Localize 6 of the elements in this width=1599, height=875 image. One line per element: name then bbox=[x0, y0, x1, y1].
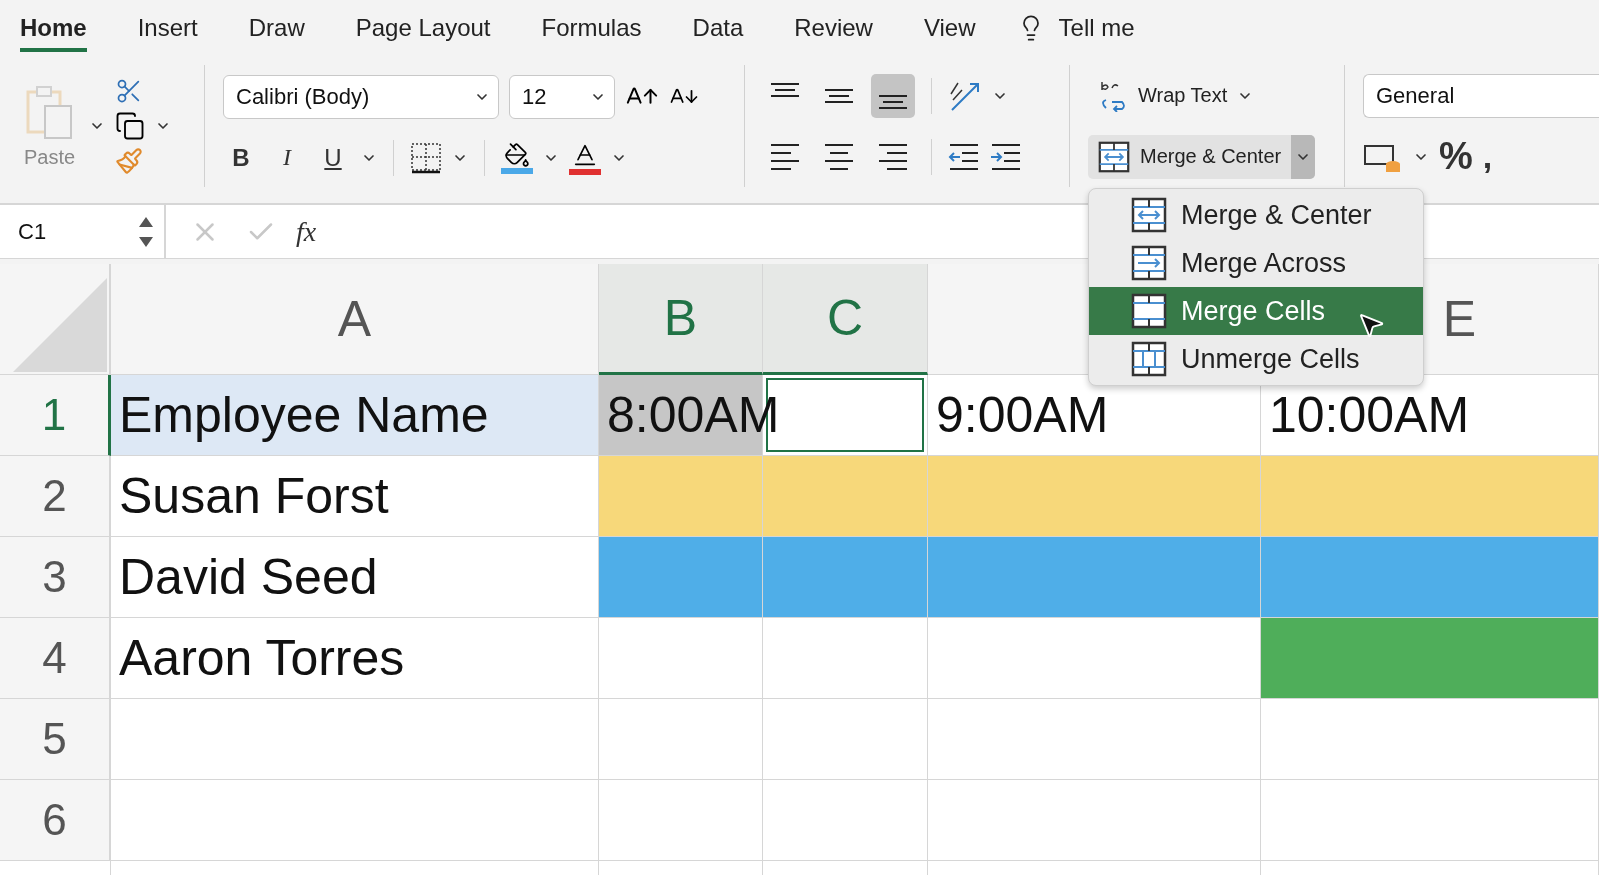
cell-text: David Seed bbox=[119, 552, 378, 602]
cell-text: 9:00AM bbox=[936, 390, 1109, 440]
cell-text: Susan Forst bbox=[119, 471, 389, 521]
cell-text: Aaron Torres bbox=[119, 633, 405, 683]
cell-text: 10:00AM bbox=[1269, 390, 1470, 440]
cell-text: Employee Name bbox=[119, 390, 489, 440]
